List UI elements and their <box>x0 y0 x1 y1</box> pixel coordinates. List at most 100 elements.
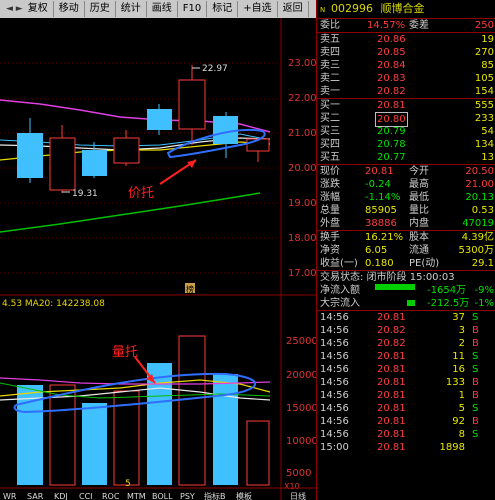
ask-label: 卖五 <box>320 34 340 45</box>
ask-volume: 270 <box>474 47 494 58</box>
ask-price: 20.82 <box>377 86 406 97</box>
stat-value: 20.13 <box>465 192 494 203</box>
vol-tick-label: 15000 <box>286 403 316 414</box>
stat-label: 最高 <box>409 179 429 190</box>
indicator-tab-boll[interactable]: BOLL <box>152 492 173 500</box>
stock-app: ◄ ► 复权 移动 历史 统计 画线 F10 标记 +自选 返回 23.00 2… <box>0 0 495 500</box>
mark-button[interactable]: 标记 <box>207 1 239 17</box>
tick-direction: B <box>472 390 479 401</box>
tick-price: 20.81 <box>377 390 406 401</box>
move-button[interactable]: 移动 <box>54 1 85 17</box>
vol-tick-label: 25000 <box>286 336 316 347</box>
candle <box>147 109 172 130</box>
bid-label: 买二 <box>320 113 340 124</box>
tick-row: 14:56 20.81 8 S <box>317 428 495 441</box>
add-watchlist-button[interactable]: +自选 <box>238 1 278 17</box>
bid-price: 20.78 <box>377 139 406 150</box>
tick-time: 14:56 <box>320 364 349 375</box>
volume-bar <box>246 420 270 486</box>
tick-time: 14:56 <box>320 351 349 362</box>
tick-row: 14:56 20.81 1 B <box>317 389 495 402</box>
fuquan-button[interactable]: 复权 <box>23 1 54 17</box>
tick-direction: B <box>472 325 479 336</box>
draw-line-button[interactable]: 画线 <box>147 1 178 17</box>
stat-value: 0.53 <box>471 205 494 216</box>
bid-volume: 54 <box>481 126 494 137</box>
block-inflow-pct: -1% <box>474 298 494 309</box>
tick-price: 20.81 <box>377 377 406 388</box>
tick-list[interactable]: 14:56 20.81 37 S 14:56 20.82 3 B 14:56 20.82 2 B … <box>317 310 495 454</box>
stat-value: 20.50 <box>465 166 494 177</box>
tick-price: 20.81 <box>377 416 406 427</box>
stats-button[interactable]: 统计 <box>116 1 147 17</box>
price-support-annotation: 价托 <box>128 186 154 201</box>
indicator-tab-template[interactable]: 模板 <box>236 491 252 500</box>
stock-title: N 002996 顺博合金 <box>320 2 425 15</box>
tick-price: 20.81 <box>377 312 406 323</box>
bid-label: 买五 <box>320 152 340 163</box>
tick-price: 20.82 <box>377 338 406 349</box>
vol-unit-label: X10 <box>284 482 300 491</box>
stat-value: 85905 <box>365 205 397 216</box>
bid-book: 买一 20.81 555 买二 20.80 233 买三 20.79 54 买四 20.78 1… <box>317 98 495 164</box>
tick-row: 14:56 20.81 11 S <box>317 350 495 363</box>
net-inflow-value: -1654万 <box>427 285 467 296</box>
tick-price: 20.81 <box>377 403 406 414</box>
ask-row: 卖三 20.84 85 <box>317 59 495 72</box>
ask-volume: 19 <box>481 34 494 45</box>
indicator-tab-b[interactable]: 指标B <box>204 491 226 500</box>
tick-volume: 133 <box>445 377 465 388</box>
kline-chart[interactable]: 23.00 22.00 21.00 20.00 19.00 18.00 17.0… <box>0 18 316 500</box>
history-button[interactable]: 历史 <box>85 1 116 17</box>
volume-bar <box>147 363 172 485</box>
ask-row: 卖二 20.83 105 <box>317 72 495 85</box>
bid-price: 20.77 <box>377 152 406 163</box>
nav-arrows-icon[interactable]: ◄ ► <box>6 4 23 14</box>
indicator-tab-psy[interactable]: PSY <box>180 492 195 500</box>
indicator-tab-mtm[interactable]: MTM <box>127 492 146 500</box>
ask-price: 20.86 <box>377 34 406 45</box>
stat-label: 今开 <box>409 166 429 177</box>
fundamentals-block: 换手 16.21% 股本 4.39亿 净资 6.05 流通 5300万 收益(一) 0.180… <box>317 230 495 270</box>
ask-row: 卖四 20.85 270 <box>317 46 495 59</box>
stat-label: 总量 <box>320 205 340 216</box>
fund-value: 29.1 <box>471 258 494 269</box>
weicha-value: 250 <box>474 20 494 31</box>
indicator-tab-sar[interactable]: SAR <box>27 492 44 500</box>
indicator-tab-wr[interactable]: WR <box>3 492 17 500</box>
ask-volume: 85 <box>481 60 494 71</box>
stat-row: 现价 20.81 今开 20.50 <box>317 165 495 178</box>
stat-label: 外盘 <box>320 218 340 229</box>
tick-row: 14:56 20.82 2 B <box>317 337 495 350</box>
stat-label: 量比 <box>409 205 429 216</box>
period-daily[interactable]: 日线 <box>290 491 306 500</box>
tick-time: 14:56 <box>320 338 349 349</box>
back-button[interactable]: 返回 <box>278 1 309 17</box>
quote-panel: N 002996 顺博合金 委比 14.57% 委差 250 卖五 20.86 19… <box>316 0 495 500</box>
trade-status-text: 交易状态: 闭市阶段 15:00:03 <box>320 272 455 283</box>
tick-volume: 11 <box>452 351 465 362</box>
indicator-tab-kdj[interactable]: KDJ <box>54 492 68 500</box>
indicator-tab-roc[interactable]: ROC <box>102 492 120 500</box>
ask-label: 卖四 <box>320 47 340 58</box>
tick-direction: S <box>472 312 479 323</box>
stat-value: -0.24 <box>365 179 391 190</box>
f10-button[interactable]: F10 <box>178 1 208 17</box>
stock-code: 002996 <box>331 2 373 15</box>
stats-block: 现价 20.81 今开 20.50 涨跌 -0.24 最高 21.00 涨幅 -1.14% 最低… <box>317 164 495 230</box>
tick-direction: B <box>472 338 479 349</box>
fund-value: 16.21% <box>365 232 404 243</box>
tick-row: 14:56 20.81 16 S <box>317 363 495 376</box>
candle <box>49 137 76 191</box>
ask-row: 卖五 20.86 19 <box>317 33 495 46</box>
price-tick-label: 20.00 <box>288 163 316 174</box>
indicator-tab-cci[interactable]: CCI <box>79 492 93 500</box>
net-inflow-row: 净流入额 -1654万 -9% <box>317 284 495 297</box>
stat-row: 涨跌 -0.24 最高 21.00 <box>317 178 495 191</box>
tick-direction: B <box>472 377 479 388</box>
stat-row: 总量 85905 量比 0.53 <box>317 204 495 217</box>
tick-row: 14:56 20.81 37 S <box>317 311 495 324</box>
ask-price: 20.85 <box>377 47 406 58</box>
fund-label: 收益(一) <box>320 258 358 269</box>
tick-row: 14:56 20.81 133 B <box>317 376 495 389</box>
